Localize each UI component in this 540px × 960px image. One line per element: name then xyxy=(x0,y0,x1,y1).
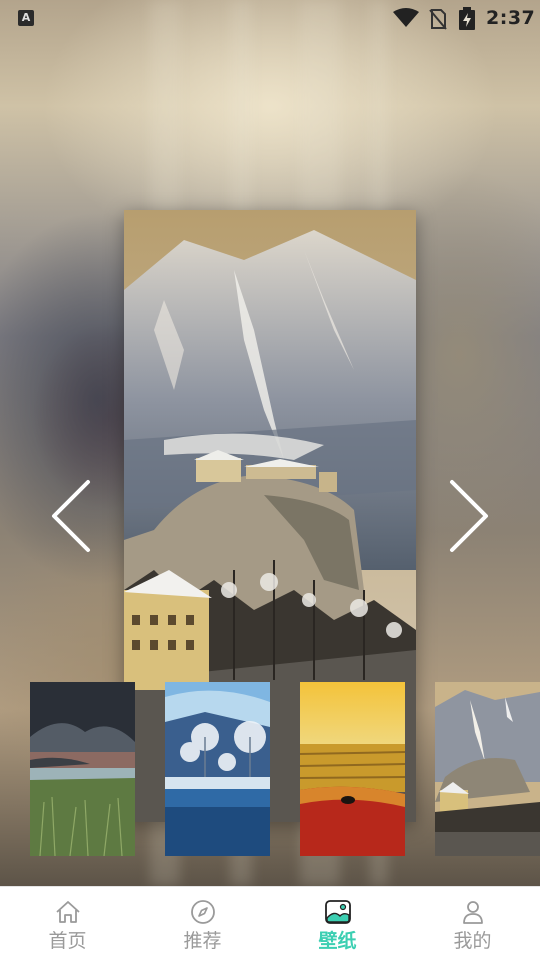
keyboard-a-icon: A xyxy=(18,10,34,26)
thumbnail-strip xyxy=(0,682,540,856)
nav-item-mine[interactable]: 我的 xyxy=(405,887,540,960)
home-icon xyxy=(56,901,80,923)
screen: A 2:37 首页 推荐 壁纸 我的 xyxy=(0,0,540,960)
thumbnail-frosty-lake[interactable] xyxy=(165,682,270,856)
nav-item-home[interactable]: 首页 xyxy=(0,887,135,960)
nav-label-home: 首页 xyxy=(48,930,87,952)
nav-item-recommend[interactable]: 推荐 xyxy=(135,887,270,960)
nav-item-wallpaper[interactable]: 壁纸 xyxy=(270,887,405,960)
wifi-icon xyxy=(393,8,419,27)
person-icon xyxy=(463,901,483,924)
battery-charging-icon xyxy=(459,7,475,30)
nav-label-mine: 我的 xyxy=(453,930,492,952)
nav-label-wallpaper: 壁纸 xyxy=(318,930,357,952)
wallpaper-icon xyxy=(325,900,351,924)
chevron-right-icon[interactable] xyxy=(446,478,492,554)
compass-icon xyxy=(191,900,215,924)
status-time: 2:37 xyxy=(486,7,536,29)
no-sim-icon xyxy=(429,9,447,30)
thumbnail-snowy-castle[interactable] xyxy=(435,682,540,856)
status-bar: A 2:37 xyxy=(0,0,540,36)
bottom-navigation: 首页 推荐 壁纸 我的 xyxy=(0,886,540,960)
thumbnail-golden-sunset[interactable] xyxy=(300,682,405,856)
nav-label-recommend: 推荐 xyxy=(183,930,222,952)
chevron-left-icon[interactable] xyxy=(48,478,94,554)
thumbnail-stormy-coast[interactable] xyxy=(30,682,135,856)
